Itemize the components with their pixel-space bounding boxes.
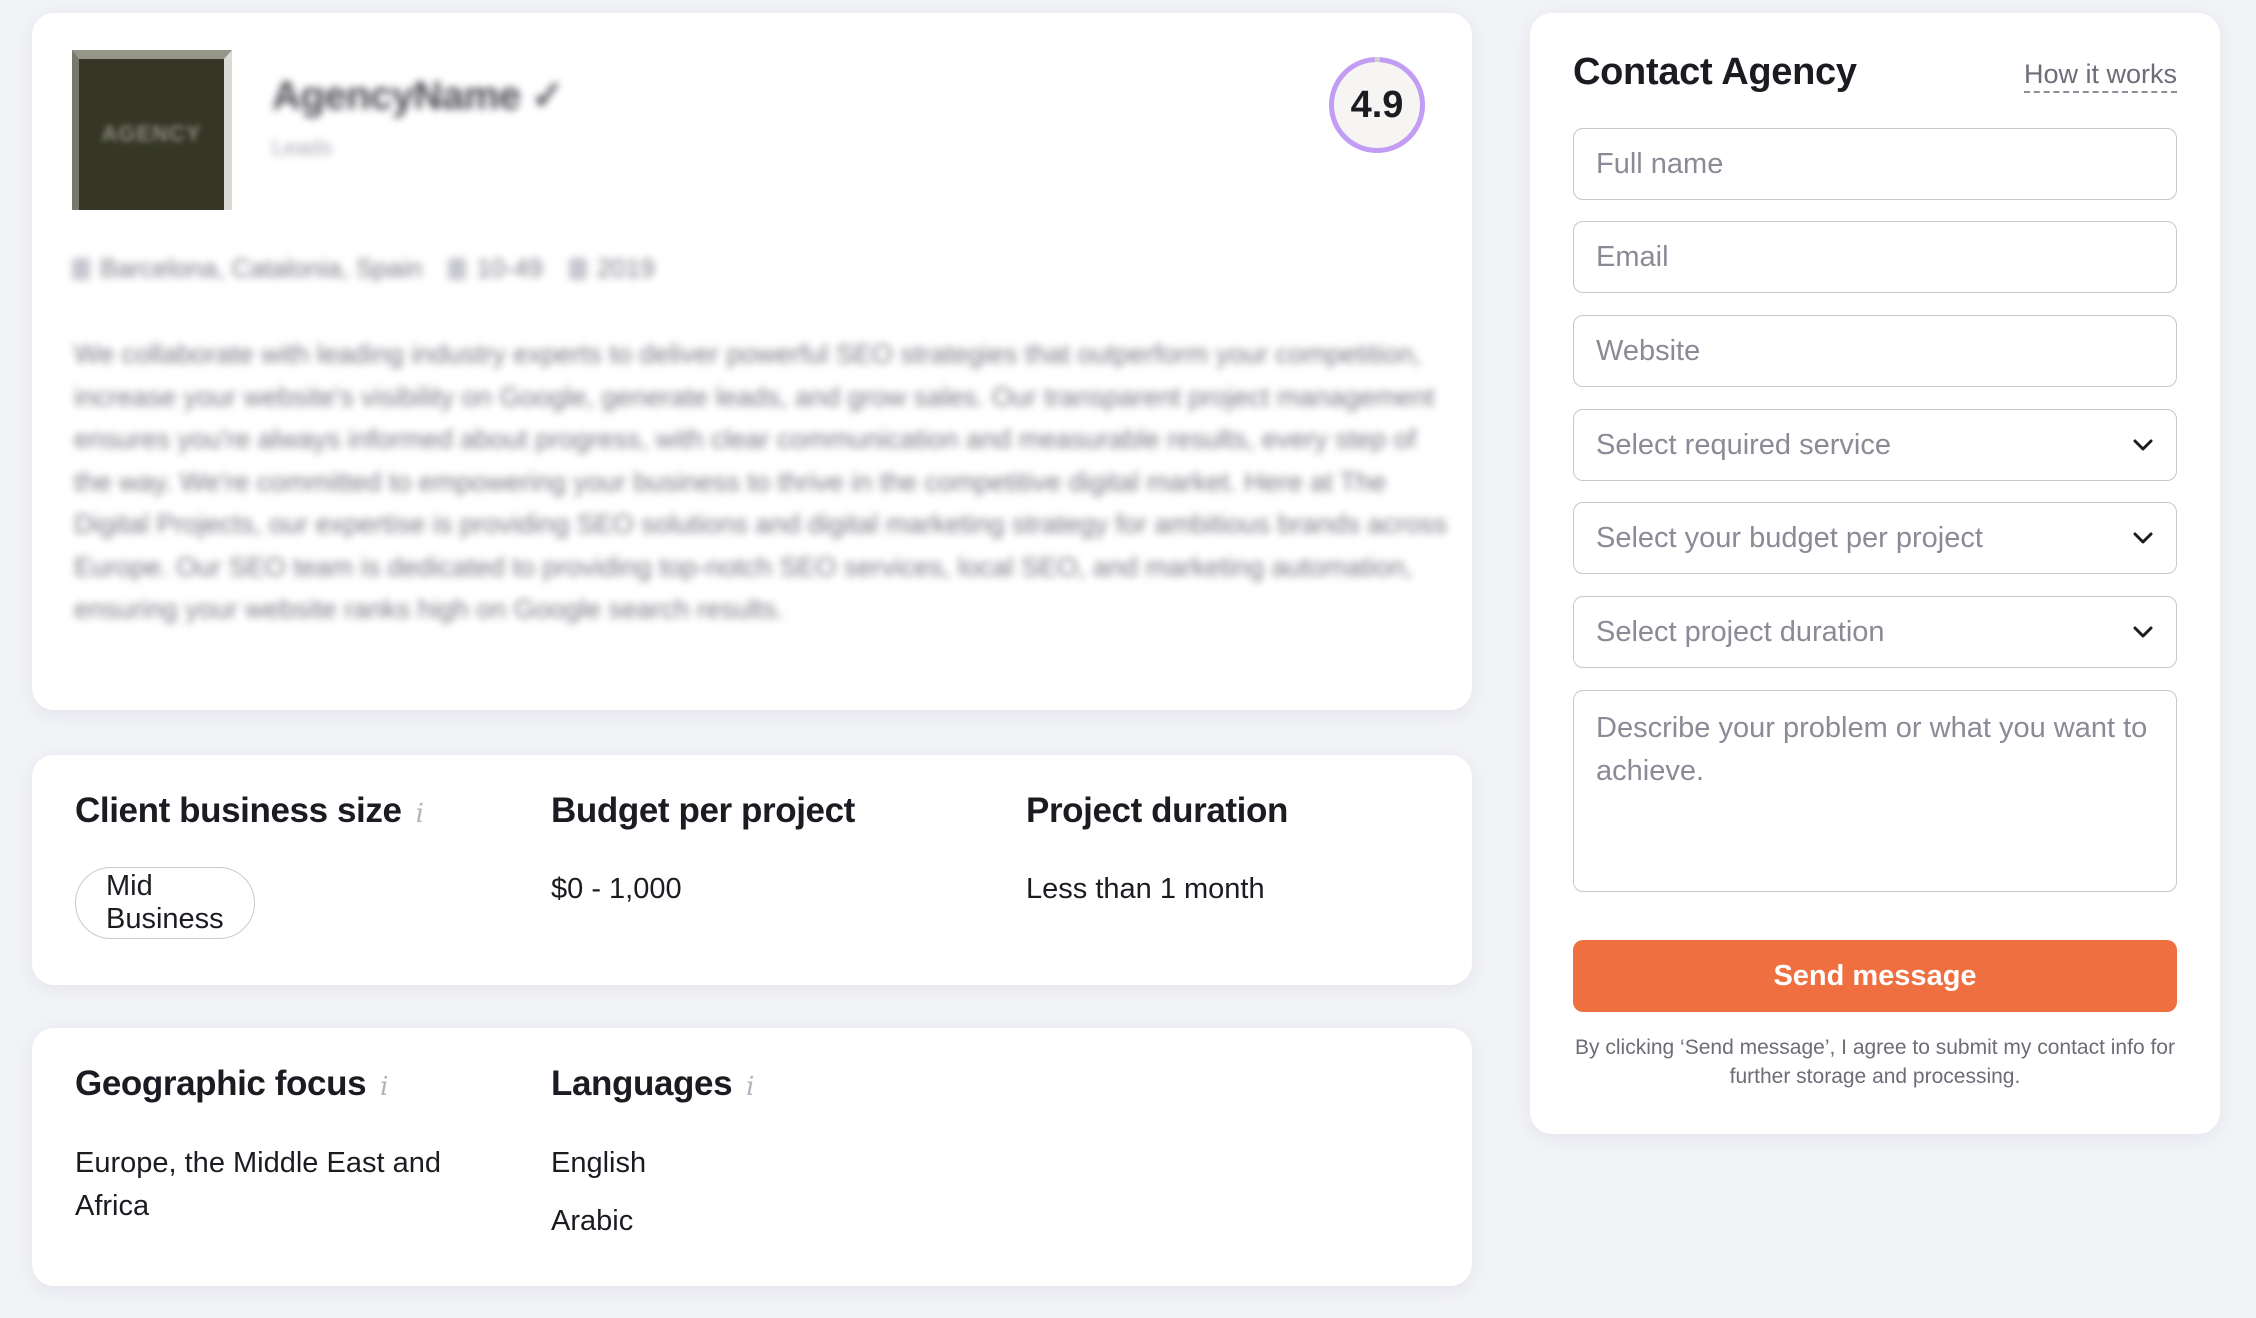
agency-name[interactable]: AgencyName ✓ [272,73,565,119]
full-name-input[interactable] [1573,128,2177,200]
message-textarea[interactable] [1573,690,2177,892]
duration-select[interactable]: Select project duration [1573,596,2177,668]
chevron-down-icon [2133,626,2153,638]
info-icon[interactable]: i [746,1072,754,1102]
info-icon[interactable]: i [416,799,424,829]
budget-select[interactable]: Select your budget per project [1573,502,2177,574]
geo-focus-heading: Geographic focus i [75,1064,388,1104]
calendar-icon [568,257,587,280]
info-icon[interactable]: i [380,1072,388,1102]
budget-title: Budget per project [551,791,855,830]
chevron-down-icon [2133,439,2153,451]
budget-select-label: Select your budget per project [1596,521,1983,554]
agency-profile-card: AGENCY AgencyName ✓ Leads 4.9 Barcelona,… [32,13,1472,710]
website-input[interactable] [1573,315,2177,387]
language-item: English [551,1147,647,1179]
agency-logo-text: AGENCY [101,121,202,146]
duration-heading: Project duration [1026,791,1288,831]
chevron-down-icon [2133,532,2153,544]
languages-title: Languages [551,1064,733,1103]
rating-value: 4.9 [1350,83,1404,126]
team-icon [448,257,467,280]
client-size-pill: Mid Business [75,867,255,939]
rating-badge: 4.9 [1327,55,1427,155]
meta-location-text: Barcelona, Catalonia, Spain [100,253,423,283]
meta-location: Barcelona, Catalonia, Spain [72,253,422,284]
consent-disclaimer: By clicking ‘Send message’, I agree to s… [1575,1036,2175,1088]
how-it-works-link[interactable]: How it works [2023,59,2177,93]
duration-value: Less than 1 month [1026,873,1265,905]
contact-agency-panel: Contact Agency How it works Select requi… [1530,13,2220,1134]
service-select-label: Select required service [1596,428,1891,461]
meta-team-size: 10-49 [448,253,543,284]
budget-heading: Budget per project [551,791,855,831]
agency-logo: AGENCY [72,50,232,210]
geo-focus-value: Europe, the Middle East and Africa [75,1147,441,1222]
geo-languages-card: Geographic focus i Europe, the Middle Ea… [32,1028,1472,1286]
budget-value: $0 - 1,000 [551,873,682,905]
service-select[interactable]: Select required service [1573,409,2177,481]
meta-team-size-text: 10-49 [476,253,543,283]
duration-select-label: Select project duration [1596,615,1885,648]
client-size-title: Client business size [75,791,402,830]
agency-subtitle: Leads [272,135,332,160]
client-size-heading: Client business size i [75,791,424,831]
send-message-button[interactable]: Send message [1573,940,2177,1012]
project-details-card: Client business size i Mid Business Budg… [32,755,1472,985]
location-pin-icon [72,257,90,280]
duration-title: Project duration [1026,791,1288,830]
meta-founded-text: 2019 [596,253,655,283]
contact-title: Contact Agency [1573,51,1857,93]
languages-heading: Languages i [551,1064,754,1104]
agency-meta-line: Barcelona, Catalonia, Spain 10-49 2019 [72,253,655,284]
language-item: Arabic [551,1205,634,1237]
agency-description: We collaborate with leading industry exp… [74,339,1448,624]
geo-focus-title: Geographic focus [75,1064,367,1103]
email-input[interactable] [1573,221,2177,293]
meta-founded: 2019 [568,253,655,284]
